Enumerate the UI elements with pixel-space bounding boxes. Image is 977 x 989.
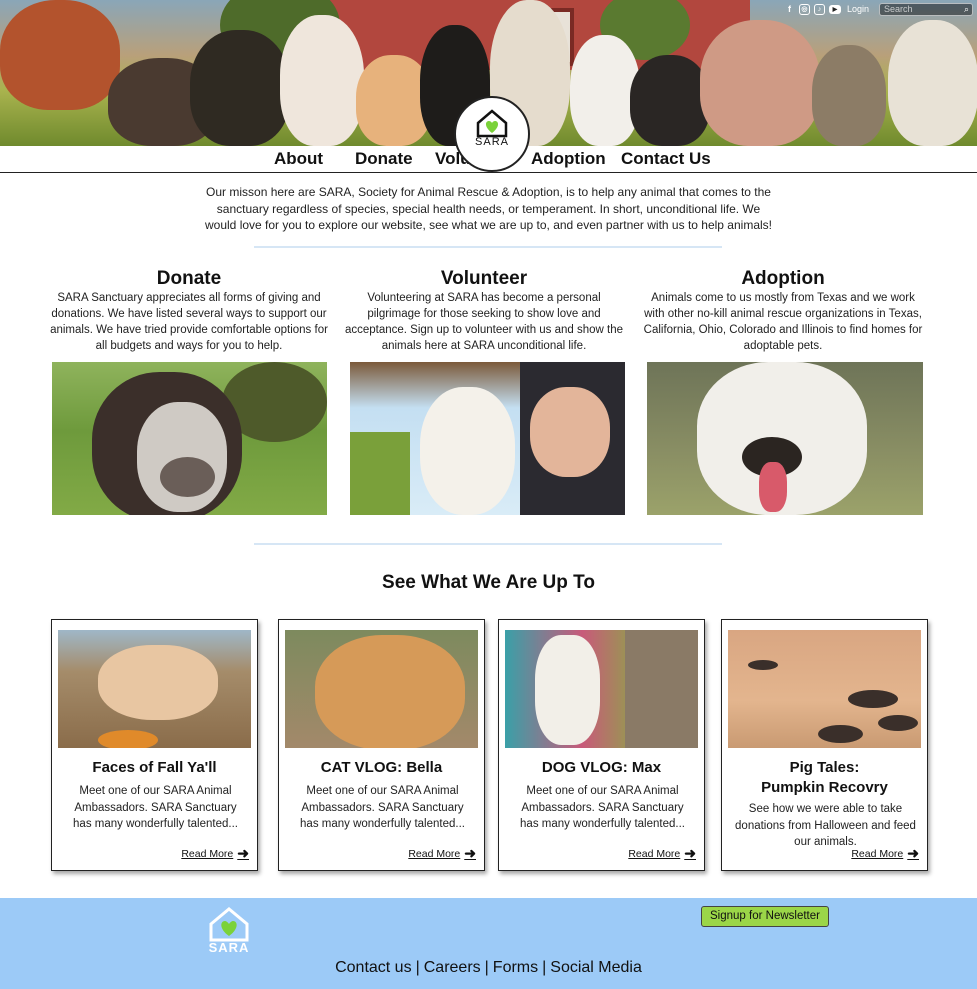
newsletter-signup-button[interactable]: Signup for Newsletter — [701, 906, 829, 927]
blog-card[interactable]: DOG VLOG: Max Meet one of our SARA Anima… — [498, 619, 705, 871]
card-text: See how we were able to take donations f… — [735, 803, 916, 848]
card-text: Meet one of our SARA Animal Ambassadors.… — [300, 785, 465, 830]
volunteer-text: Volunteering at SARA has become a person… — [344, 292, 624, 352]
card-title[interactable]: CAT VLOG: Bella — [279, 758, 484, 778]
nav-adoption[interactable]: Adoption — [531, 149, 606, 169]
footer-logo-text: SARA — [208, 940, 250, 955]
cat-image — [812, 45, 886, 146]
volunteer-section: Volunteer Volunteering at SARA has becom… — [344, 268, 624, 354]
dog-award-photo — [505, 630, 698, 748]
youtube-icon[interactable]: ▶ — [828, 4, 841, 14]
arrow-right-icon: ➜ — [907, 845, 919, 861]
card-title[interactable]: DOG VLOG: Max — [499, 758, 704, 778]
card-title[interactable]: Faces of Fall Ya'll — [52, 758, 257, 778]
arrow-right-icon: ➜ — [464, 845, 476, 861]
pigs-field-photo — [728, 630, 921, 748]
search-icon[interactable]: ⌕ — [964, 4, 969, 15]
donate-text: SARA Sanctuary appreciates all forms of … — [50, 292, 328, 352]
footer-link-forms[interactable]: Forms — [493, 959, 538, 976]
nav-donate[interactable]: Donate — [355, 149, 413, 169]
read-more-link[interactable]: Read More ➜ — [851, 845, 919, 862]
arrow-right-icon: ➜ — [237, 845, 249, 861]
read-more-label: Read More — [408, 847, 461, 860]
blog-card[interactable]: Pig Tales: Pumpkin Recovry See how we we… — [721, 619, 928, 871]
pig-pumpkin-photo — [58, 630, 251, 748]
arrow-right-icon: ➜ — [684, 845, 696, 861]
footer-logo[interactable]: SARA — [205, 906, 253, 955]
utility-bar: f ◎ ♪ ▶ Login Search ⌕ — [784, 2, 973, 16]
read-more-label: Read More — [628, 847, 681, 860]
facebook-icon[interactable]: f — [784, 4, 795, 15]
blog-card[interactable]: CAT VLOG: Bella Meet one of our SARA Ani… — [278, 619, 485, 871]
footer-link-contact[interactable]: Contact us — [335, 959, 411, 976]
login-link[interactable]: Login — [847, 4, 869, 14]
dog-image — [280, 15, 364, 146]
footer-link-careers[interactable]: Careers — [424, 959, 481, 976]
read-more-label: Read More — [851, 847, 904, 860]
read-more-label: Read More — [181, 847, 234, 860]
volunteer-photo[interactable] — [350, 362, 625, 515]
pig-image — [700, 20, 820, 146]
card-title[interactable]: Pig Tales: Pumpkin Recovry — [722, 758, 927, 798]
cat-photo — [285, 630, 478, 748]
house-heart-icon — [476, 109, 508, 138]
divider — [254, 246, 722, 248]
house-heart-icon — [209, 907, 249, 942]
donate-section: Donate SARA Sanctuary appreciates all fo… — [49, 268, 329, 354]
search-placeholder: Search — [884, 3, 913, 14]
tiktok-icon[interactable]: ♪ — [813, 3, 825, 15]
footer-links: Contact us | Careers | Forms | Social Media — [335, 959, 642, 976]
mission-statement: Our misson here are SARA, Society for An… — [205, 185, 772, 232]
adoption-heading[interactable]: Adoption — [643, 268, 923, 290]
blog-card[interactable]: Faces of Fall Ya'll Meet one of our SARA… — [51, 619, 258, 871]
divider — [254, 543, 722, 545]
donkey-photo[interactable] — [52, 362, 327, 515]
sara-logo[interactable]: SARA — [454, 96, 530, 172]
updates-title: See What We Are Up To — [382, 572, 595, 593]
rooster-image — [190, 30, 290, 146]
read-more-link[interactable]: Read More ➜ — [408, 845, 476, 862]
card-text: Meet one of our SARA Animal Ambassadors.… — [73, 785, 238, 830]
read-more-link[interactable]: Read More ➜ — [181, 845, 249, 862]
goat-image — [888, 20, 977, 146]
logo-text: SARA — [475, 136, 509, 148]
dog-image — [630, 55, 710, 146]
donate-heading[interactable]: Donate — [49, 268, 329, 290]
read-more-link[interactable]: Read More ➜ — [628, 845, 696, 862]
cow-image — [0, 0, 120, 110]
footer-link-social-media[interactable]: Social Media — [550, 959, 642, 976]
instagram-icon[interactable]: ◎ — [798, 3, 810, 15]
card-text: Meet one of our SARA Animal Ambassadors.… — [520, 785, 685, 830]
nav-about[interactable]: About — [274, 149, 323, 169]
adoption-section: Adoption Animals come to us mostly from … — [643, 268, 923, 354]
volunteer-heading[interactable]: Volunteer — [344, 268, 624, 290]
nav-contact-us[interactable]: Contact Us — [621, 149, 711, 169]
search-input[interactable]: Search ⌕ — [879, 2, 973, 16]
dog-photo[interactable] — [647, 362, 923, 515]
adoption-text: Animals come to us mostly from Texas and… — [643, 292, 923, 352]
